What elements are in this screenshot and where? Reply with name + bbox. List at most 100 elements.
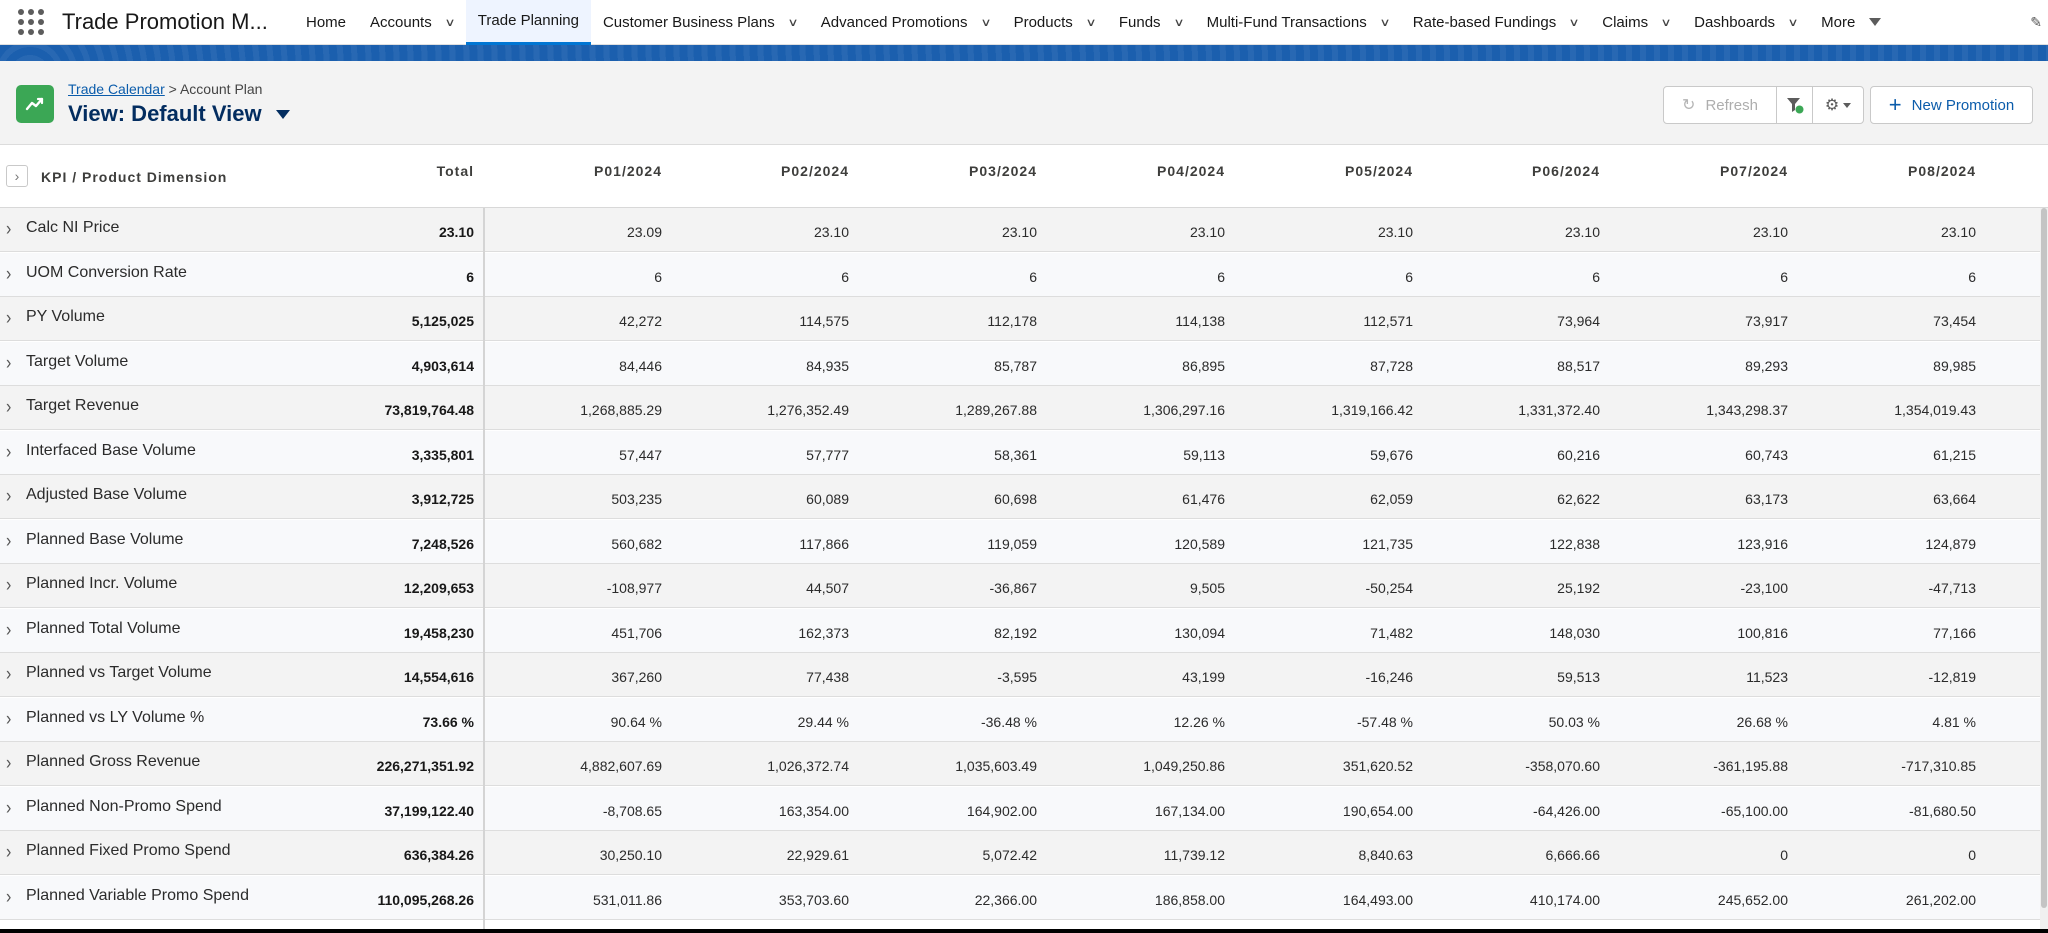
chevron-down-icon[interactable]: ∨ (1569, 16, 1580, 29)
row-value[interactable]: 4,882,607.69 (580, 758, 662, 774)
row-value[interactable]: 23.10 (814, 224, 849, 240)
row-value[interactable]: 73,454 (1933, 313, 1976, 329)
row-value[interactable]: 23.10 (1002, 224, 1037, 240)
nav-item-claims[interactable]: Claims ∨ (1590, 0, 1682, 45)
chevron-right-icon[interactable]: › (6, 397, 11, 419)
row-value[interactable]: 167,134.00 (1155, 803, 1225, 819)
breadcrumb-trade-calendar[interactable]: Trade Calendar (68, 81, 165, 97)
nav-item-more[interactable]: More (1809, 0, 1893, 45)
row-value[interactable]: 6 (1968, 269, 1976, 285)
row-value[interactable]: -3,595 (997, 669, 1037, 685)
row-value[interactable]: 6 (841, 269, 849, 285)
row-value[interactable]: 4.81 % (1932, 714, 1976, 730)
row-value[interactable]: 84,935 (806, 358, 849, 374)
row-value[interactable]: 1,268,885.29 (580, 402, 662, 418)
period-column-header[interactable]: P07/2024 (1720, 163, 1788, 179)
chevron-right-icon[interactable]: › (6, 753, 11, 775)
settings-button[interactable]: ⚙ (1812, 86, 1864, 124)
row-value[interactable]: -50,254 (1366, 580, 1413, 596)
nav-item-funds[interactable]: Funds ∨ (1107, 0, 1195, 45)
row-value[interactable]: 44,507 (806, 580, 849, 596)
row-value[interactable]: 23.10 (1565, 224, 1600, 240)
row-value[interactable]: 63,173 (1745, 491, 1788, 507)
nav-item-customer-business-plans[interactable]: Customer Business Plans ∨ (591, 0, 809, 45)
nav-item-rate-based-fundings[interactable]: Rate-based Fundings ∨ (1401, 0, 1591, 45)
row-value[interactable]: 123,916 (1737, 536, 1788, 552)
row-value[interactable]: 121,735 (1362, 536, 1413, 552)
row-value[interactable]: 1,331,372.40 (1518, 402, 1600, 418)
period-column-header[interactable]: P01/2024 (594, 163, 662, 179)
row-value[interactable]: 9,505 (1190, 580, 1225, 596)
row-value[interactable]: -81,680.50 (1909, 803, 1976, 819)
row-value[interactable]: 57,447 (619, 447, 662, 463)
nav-item-home[interactable]: Home (294, 0, 358, 45)
row-value[interactable]: 30,250.10 (600, 847, 662, 863)
row-value[interactable]: 6 (1592, 269, 1600, 285)
row-value[interactable]: 23.10 (1941, 224, 1976, 240)
row-value[interactable]: 77,438 (806, 669, 849, 685)
row-value[interactable]: 0 (1968, 847, 1976, 863)
filter-button[interactable] (1776, 86, 1813, 124)
row-value[interactable]: 62,622 (1557, 491, 1600, 507)
row-value[interactable]: 6 (1405, 269, 1413, 285)
row-value[interactable]: 57,777 (806, 447, 849, 463)
row-value[interactable]: 60,698 (994, 491, 1037, 507)
period-column-header[interactable]: P03/2024 (969, 163, 1037, 179)
row-value[interactable]: -361,195.88 (1713, 758, 1788, 774)
row-value[interactable]: 503,235 (611, 491, 662, 507)
row-value[interactable]: 61,215 (1933, 447, 1976, 463)
row-value[interactable]: 23.10 (1190, 224, 1225, 240)
chevron-down-icon[interactable]: ∨ (1660, 16, 1671, 29)
chevron-down-icon[interactable]: ∨ (1085, 16, 1096, 29)
period-column-header[interactable]: P05/2024 (1345, 163, 1413, 179)
chevron-right-icon[interactable]: › (6, 219, 11, 241)
row-value[interactable]: 42,272 (619, 313, 662, 329)
row-value[interactable]: 261,202.00 (1906, 892, 1976, 908)
row-value[interactable]: 29.44 % (798, 714, 849, 730)
row-value[interactable]: 245,652.00 (1718, 892, 1788, 908)
row-value[interactable]: 163,354.00 (779, 803, 849, 819)
row-value[interactable]: 82,192 (994, 625, 1037, 641)
row-value[interactable]: 1,343,298.37 (1706, 402, 1788, 418)
row-value[interactable]: -47,713 (1929, 580, 1976, 596)
row-value[interactable]: 11,739.12 (1164, 847, 1225, 863)
new-promotion-button[interactable]: + New Promotion (1870, 86, 2033, 124)
row-value[interactable]: 89,985 (1933, 358, 1976, 374)
row-value[interactable]: 367,260 (611, 669, 662, 685)
chevron-right-icon[interactable]: › (6, 308, 11, 330)
row-value[interactable]: 71,482 (1370, 625, 1413, 641)
row-value[interactable]: 112,178 (987, 313, 1037, 329)
expand-all-icon[interactable]: › (6, 165, 28, 187)
row-value[interactable]: 1,049,250.86 (1143, 758, 1225, 774)
row-value[interactable]: 119,059 (987, 536, 1037, 552)
row-value[interactable]: 50.03 % (1549, 714, 1600, 730)
row-value[interactable]: -8,708.65 (603, 803, 662, 819)
edit-nav-icon[interactable]: ✎ (2030, 14, 2042, 31)
chevron-right-icon[interactable]: › (6, 442, 11, 464)
row-value[interactable]: 190,654.00 (1343, 803, 1413, 819)
row-value[interactable]: -358,070.60 (1525, 758, 1600, 774)
row-value[interactable]: 62,059 (1370, 491, 1413, 507)
row-value[interactable]: 88,517 (1557, 358, 1600, 374)
chevron-right-icon[interactable]: › (6, 531, 11, 553)
row-value[interactable]: 122,838 (1549, 536, 1600, 552)
chevron-right-icon[interactable]: › (6, 353, 11, 375)
row-value[interactable]: 120,589 (1174, 536, 1225, 552)
row-value[interactable]: 22,929.61 (787, 847, 849, 863)
row-value[interactable]: 1,354,019.43 (1894, 402, 1976, 418)
row-value[interactable]: 25,192 (1557, 580, 1600, 596)
row-value[interactable]: 89,293 (1745, 358, 1788, 374)
chevron-down-icon[interactable]: ∨ (980, 16, 991, 29)
row-value[interactable]: 124,879 (1925, 536, 1976, 552)
row-value[interactable]: -717,310.85 (1901, 758, 1976, 774)
nav-item-advanced-promotions[interactable]: Advanced Promotions ∨ (809, 0, 1002, 45)
row-value[interactable]: 59,113 (1183, 447, 1225, 463)
row-value[interactable]: 164,493.00 (1343, 892, 1413, 908)
row-value[interactable]: 87,728 (1370, 358, 1413, 374)
row-value[interactable]: 59,676 (1370, 447, 1413, 463)
row-value[interactable]: 60,089 (806, 491, 849, 507)
chevron-right-icon[interactable]: › (6, 620, 11, 642)
row-value[interactable]: 5,072.42 (983, 847, 1038, 863)
row-value[interactable]: 1,035,603.49 (955, 758, 1037, 774)
row-value[interactable]: 6 (1029, 269, 1037, 285)
